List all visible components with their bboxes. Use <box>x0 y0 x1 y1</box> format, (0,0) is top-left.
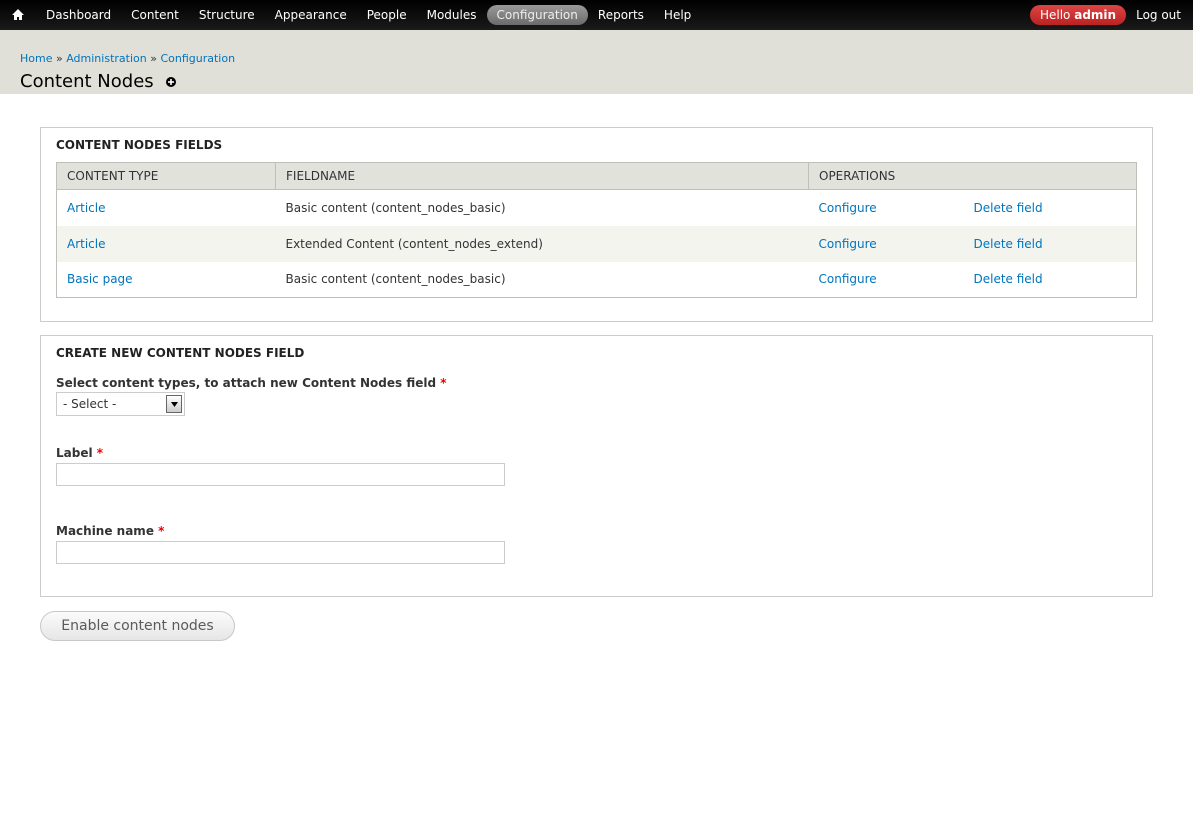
breadcrumb-separator: » <box>55 52 63 65</box>
machine-name-form-item: Machine name * <box>56 524 1137 564</box>
content-type-link[interactable]: Article <box>67 237 106 251</box>
required-marker: * <box>440 376 447 390</box>
label-field-label-text: Label <box>56 446 93 460</box>
machine-name-label: Machine name * <box>56 524 1137 538</box>
add-shortcut-button[interactable] <box>165 76 176 87</box>
table-row: Article Basic content (content_nodes_bas… <box>56 189 1137 226</box>
menu-configuration[interactable]: Configuration <box>486 5 588 25</box>
content-types-form-item: Select content types, to attach new Cont… <box>56 376 1137 416</box>
select-value: - Select - <box>63 397 117 411</box>
column-header-fieldname: FIELDNAME <box>275 162 809 190</box>
breadcrumb-administration[interactable]: Administration <box>66 52 147 65</box>
cell-fieldname: Basic content (content_nodes_basic) <box>275 261 809 298</box>
configure-link[interactable]: Configure <box>819 237 877 251</box>
dropdown-arrow-icon <box>166 395 182 413</box>
menu-help[interactable]: Help <box>654 5 701 25</box>
breadcrumb-configuration[interactable]: Configuration <box>160 52 235 65</box>
delete-field-link[interactable]: Delete field <box>974 237 1043 251</box>
content-types-select[interactable]: - Select - <box>56 392 185 416</box>
fields-table: CONTENT TYPE FIELDNAME OPERATIONS Articl… <box>56 162 1137 298</box>
menu-dashboard[interactable]: Dashboard <box>36 5 121 25</box>
table-header-row: CONTENT TYPE FIELDNAME OPERATIONS <box>56 162 1137 190</box>
configure-link[interactable]: Configure <box>819 272 877 286</box>
machine-name-input[interactable] <box>56 541 505 564</box>
fieldset-legend: CREATE NEW CONTENT NODES FIELD <box>56 346 305 360</box>
fieldset-legend: CONTENT NODES FIELDS <box>56 138 223 152</box>
column-header-operations: OPERATIONS <box>808 162 1137 190</box>
cell-content-type: Article <box>56 189 276 226</box>
menu-reports[interactable]: Reports <box>588 5 654 25</box>
column-header-content-type: CONTENT TYPE <box>56 162 276 190</box>
username: admin <box>1074 8 1117 22</box>
cell-content-type: Article <box>56 225 276 262</box>
configure-link[interactable]: Configure <box>819 201 877 215</box>
table-row: Article Extended Content (content_nodes_… <box>56 225 1137 262</box>
content-nodes-fields-fieldset: CONTENT NODES FIELDS CONTENT TYPE FIELDN… <box>40 127 1153 322</box>
cell-fieldname: Basic content (content_nodes_basic) <box>275 189 809 226</box>
content-types-label-text: Select content types, to attach new Cont… <box>56 376 437 390</box>
menu-content[interactable]: Content <box>121 5 189 25</box>
main-content: CONTENT NODES FIELDS CONTENT TYPE FIELDN… <box>0 94 1193 641</box>
enable-content-nodes-button[interactable]: Enable content nodes <box>40 611 235 641</box>
page-title-wrap: Content Nodes <box>20 71 1173 92</box>
breadcrumb-home[interactable]: Home <box>20 52 52 65</box>
delete-field-link[interactable]: Delete field <box>974 201 1043 215</box>
delete-field-link[interactable]: Delete field <box>974 272 1043 286</box>
menu-people[interactable]: People <box>357 5 417 25</box>
cell-delete: Delete field <box>963 261 1137 298</box>
content-type-link[interactable]: Basic page <box>67 272 133 286</box>
user-area: Hello admin Log out <box>1029 0 1181 30</box>
user-account-link[interactable]: Hello admin <box>1029 5 1127 25</box>
label-form-item: Label * <box>56 446 1137 486</box>
cell-configure: Configure <box>808 189 964 226</box>
cell-configure: Configure <box>808 225 964 262</box>
plus-circle-icon <box>165 76 176 87</box>
hello-text: Hello <box>1039 8 1071 22</box>
toolbar-menu: Dashboard Content Structure Appearance P… <box>36 0 701 30</box>
breadcrumb-separator: » <box>150 52 157 65</box>
admin-toolbar: Dashboard Content Structure Appearance P… <box>0 0 1193 30</box>
content-type-link[interactable]: Article <box>67 201 106 215</box>
create-field-fieldset: CREATE NEW CONTENT NODES FIELD Select co… <box>40 335 1153 597</box>
cell-configure: Configure <box>808 261 964 298</box>
cell-delete: Delete field <box>963 189 1137 226</box>
menu-appearance[interactable]: Appearance <box>265 5 357 25</box>
logout-link[interactable]: Log out <box>1136 8 1181 22</box>
breadcrumb: Home » Administration » Configuration <box>20 52 1173 65</box>
required-marker: * <box>96 446 104 460</box>
page-title: Content Nodes <box>20 71 154 92</box>
required-marker: * <box>158 524 165 538</box>
menu-modules[interactable]: Modules <box>417 5 487 25</box>
home-link[interactable] <box>0 0 36 30</box>
cell-delete: Delete field <box>963 225 1137 262</box>
menu-structure[interactable]: Structure <box>189 5 265 25</box>
cell-fieldname: Extended Content (content_nodes_extend) <box>275 225 809 262</box>
label-field-label: Label * <box>56 446 1137 460</box>
table-row: Basic page Basic content (content_nodes_… <box>56 261 1137 298</box>
machine-name-label-text: Machine name <box>56 524 154 538</box>
cell-content-type: Basic page <box>56 261 276 298</box>
home-icon <box>12 9 24 20</box>
content-types-label: Select content types, to attach new Cont… <box>56 376 1137 390</box>
page-header: Home » Administration » Configuration Co… <box>0 30 1193 94</box>
label-input[interactable] <box>56 463 505 486</box>
